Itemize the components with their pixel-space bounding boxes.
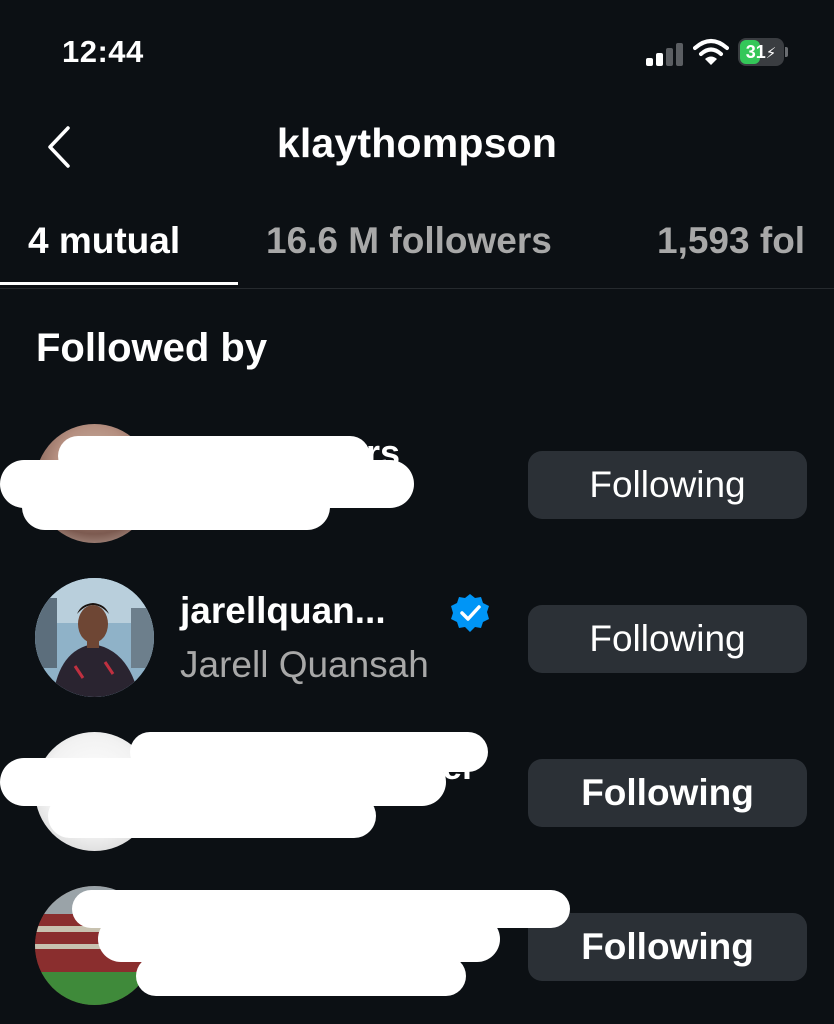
section-title: Followed by: [36, 326, 268, 370]
battery-icon: 31⚡: [738, 38, 788, 66]
profile-photo: [35, 578, 154, 697]
full-name: Jarell Quansah: [180, 644, 429, 685]
status-bar: 12:44 31⚡: [0, 0, 834, 100]
charging-bolt-icon: ⚡: [765, 45, 777, 62]
following-button[interactable]: Following: [528, 605, 807, 673]
battery-percent-value: 31: [745, 42, 766, 62]
mutual-followers-screen: 12:44 31⚡ klaythompson 4 mutual 16.6 M f…: [0, 0, 834, 1024]
redaction-mark: [136, 956, 466, 996]
following-button[interactable]: Following: [528, 759, 807, 827]
redaction-mark: [48, 794, 376, 838]
list-item[interactable]: Following: [0, 570, 834, 710]
page-title: klaythompson: [276, 120, 558, 166]
battery-cap: [785, 47, 788, 57]
tabs-divider: [0, 288, 834, 289]
following-button[interactable]: Following: [528, 913, 807, 981]
tab-followers[interactable]: 16.6 M followers: [266, 220, 552, 262]
active-tab-indicator: [0, 282, 238, 285]
tab-bar: 4 mutual 16.6 M followers 1,593 fol: [0, 212, 834, 290]
battery-percent: 31⚡: [738, 38, 784, 66]
status-time: 12:44: [62, 34, 144, 69]
following-button[interactable]: Following: [528, 451, 807, 519]
cellular-signal-icon: [646, 42, 686, 66]
tab-mutual[interactable]: 4 mutual: [28, 220, 180, 262]
verified-badge-icon: [451, 594, 489, 632]
username[interactable]: jarellquan...: [180, 590, 386, 632]
redaction-mark: [22, 484, 330, 530]
avatar[interactable]: [35, 578, 154, 697]
tab-following[interactable]: 1,593 fol: [657, 220, 805, 262]
wifi-icon: [693, 39, 729, 65]
